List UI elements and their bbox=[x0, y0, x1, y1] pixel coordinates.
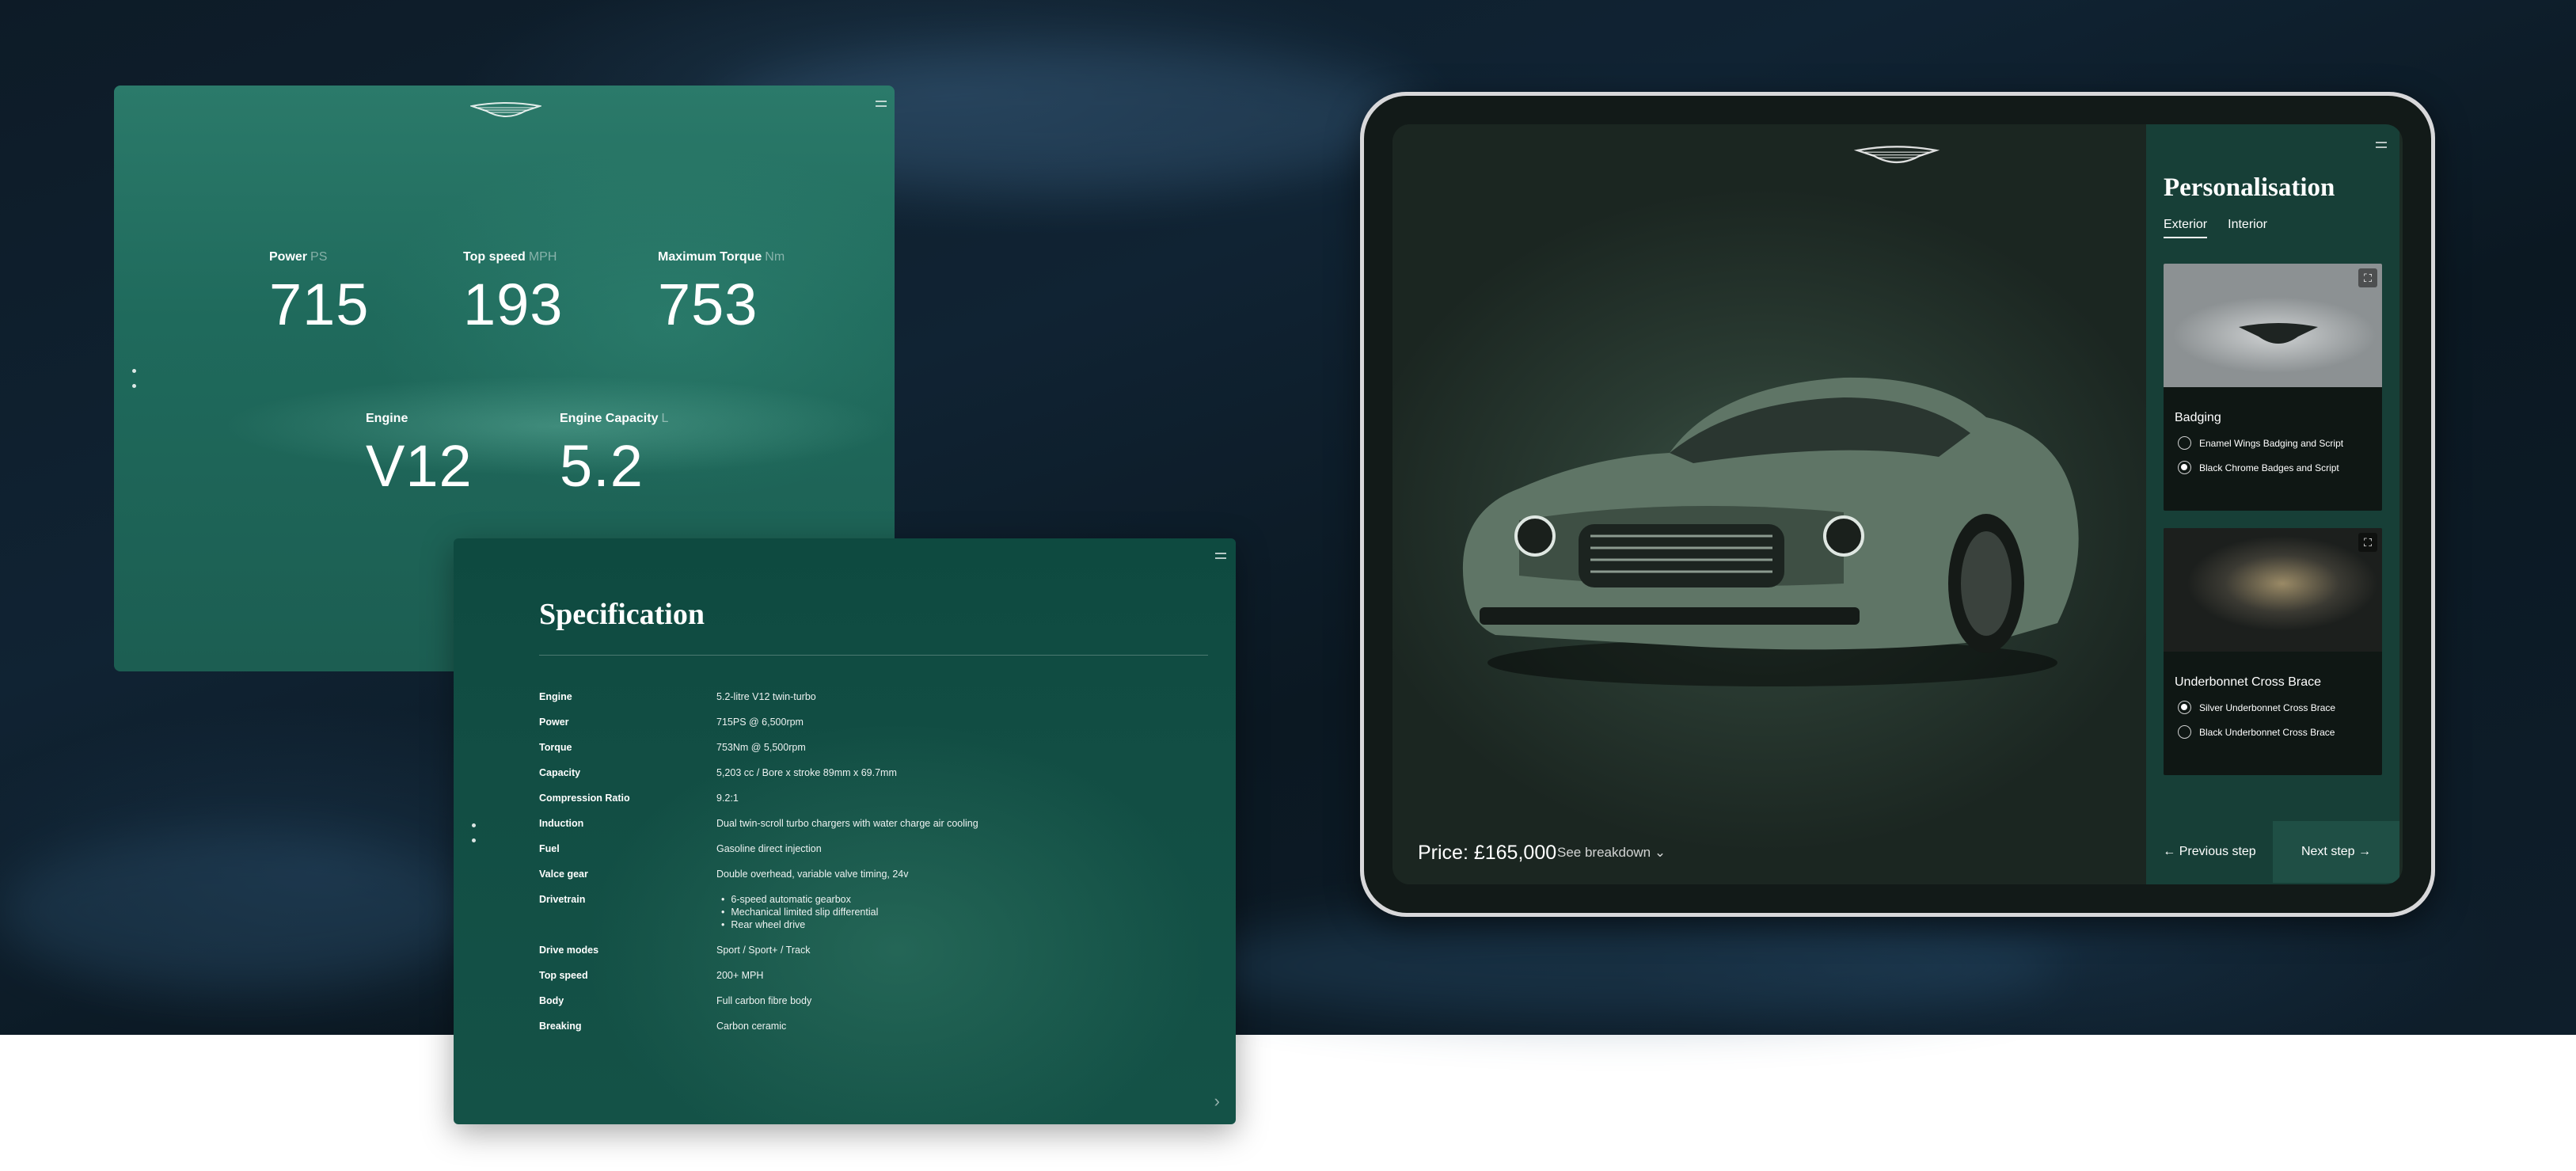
radio-option[interactable]: Silver Underbonnet Cross Brace bbox=[2178, 701, 2382, 714]
list-item: Mechanical limited slip differential bbox=[716, 906, 878, 918]
spec-table: Engine 5.2-litre V12 twin-turbo Power 715P… bbox=[539, 690, 1172, 1045]
divider bbox=[539, 655, 1208, 656]
spec-row: Valce gear Double overhead, variable valv… bbox=[539, 869, 909, 880]
stat-max-torque: Maximum Torque Nm 753 bbox=[658, 250, 785, 334]
next-step-button[interactable]: Next step → bbox=[2273, 821, 2399, 883]
car-image bbox=[1462, 377, 2079, 686]
stat-label: Engine Capacity L bbox=[560, 412, 669, 425]
stat-value: 715 bbox=[269, 272, 370, 337]
configurator-screen: Price: £165,000 See breakdown ⌄ Personal… bbox=[1392, 124, 2403, 884]
stat-label: Maximum Torque Nm bbox=[658, 250, 785, 264]
vertical-dots-icon[interactable] bbox=[471, 823, 476, 842]
list-item: Rear wheel drive bbox=[716, 918, 878, 931]
spec-row: Induction Dual twin-scroll turbo chargers… bbox=[539, 818, 978, 829]
spec-row: Torque 753Nm @ 5,500rpm bbox=[539, 742, 806, 753]
menu-icon[interactable] bbox=[876, 101, 887, 107]
badging-image: ⛶ bbox=[2164, 264, 2382, 387]
radio-button-selected[interactable] bbox=[2178, 461, 2191, 474]
stat-engine-capacity: Engine Capacity L 5.2 bbox=[560, 412, 668, 496]
radio-option[interactable]: Enamel Wings Badging and Script bbox=[2178, 436, 2382, 450]
stat-label: Engine bbox=[366, 412, 408, 425]
menu-icon[interactable] bbox=[2376, 142, 2387, 148]
tablet-bezel: Price: £165,000 See breakdown ⌄ Personal… bbox=[1364, 96, 2431, 913]
stat-value: 753 bbox=[658, 272, 758, 337]
spec-row: Breaking Carbon ceramic bbox=[539, 1021, 787, 1032]
option-name: Underbonnet Cross Brace bbox=[2175, 675, 2321, 689]
stat-engine: Engine V12 bbox=[366, 412, 473, 496]
spec-row: Power 715PS @ 6,500rpm bbox=[539, 717, 804, 728]
drivetrain-list: 6-speed automatic gearbox Mechanical lim… bbox=[716, 893, 878, 931]
radio-button-selected[interactable] bbox=[2178, 701, 2191, 714]
stat-power: Power PS 715 bbox=[269, 250, 369, 334]
vertical-dots-icon[interactable] bbox=[131, 369, 136, 388]
tablet-frame: Price: £165,000 See breakdown ⌄ Personal… bbox=[1360, 92, 2435, 917]
tab-exterior[interactable]: Exterior bbox=[2164, 218, 2208, 238]
sidebar-title: Personalisation bbox=[2164, 173, 2335, 202]
background-swoosh bbox=[1187, 911, 2058, 1021]
personalisation-sidebar: Personalisation Exterior Interior ⛶ Badg… bbox=[2146, 124, 2399, 884]
arrow-left-icon: ← bbox=[2163, 845, 2179, 858]
spec-row: Engine 5.2-litre V12 twin-turbo bbox=[539, 691, 816, 702]
stat-label: Power PS bbox=[269, 250, 328, 264]
radio-button[interactable] bbox=[2178, 436, 2191, 450]
spec-title: Specification bbox=[539, 598, 705, 631]
stat-label: Top speed MPH bbox=[463, 250, 557, 264]
arrow-right-icon: → bbox=[2354, 845, 2372, 858]
radio-option[interactable]: Black Underbonnet Cross Brace bbox=[2178, 725, 2382, 739]
spec-row: Drive modes Sport / Sport+ / Track bbox=[539, 945, 811, 956]
expand-icon[interactable]: ⛶ bbox=[2358, 268, 2377, 287]
stat-value: V12 bbox=[366, 433, 473, 499]
car-viewer[interactable]: Price: £165,000 See breakdown ⌄ bbox=[1392, 124, 2146, 884]
stat-value: 5.2 bbox=[560, 433, 644, 499]
spec-row: Compression Ratio 9.2:1 bbox=[539, 793, 739, 804]
spec-row: Top speed 200+ MPH bbox=[539, 970, 764, 981]
tab-bar: Exterior Interior bbox=[2164, 218, 2267, 238]
spec-row: Drivetrain 6-speed automatic gearbox Mec… bbox=[539, 893, 1172, 931]
cross-brace-image: ⛶ bbox=[2164, 528, 2382, 652]
stat-top-speed: Top speed MPH 193 bbox=[463, 250, 563, 334]
list-item: 6-speed automatic gearbox bbox=[716, 893, 878, 906]
spec-row: Body Full carbon fibre body bbox=[539, 995, 812, 1006]
menu-icon[interactable] bbox=[1215, 553, 1226, 559]
wings-logo-icon[interactable] bbox=[1853, 145, 1940, 169]
stat-value: 193 bbox=[463, 272, 564, 337]
chevron-down-icon: ⌄ bbox=[1654, 845, 1666, 860]
radio-option[interactable]: Black Chrome Badges and Script bbox=[2178, 461, 2382, 474]
specification-panel: Specification Engine 5.2-litre V12 twin-t… bbox=[454, 538, 1236, 1124]
spec-row: Fuel Gasoline direct injection bbox=[539, 843, 822, 854]
option-name: Badging bbox=[2175, 411, 2221, 424]
radio-button[interactable] bbox=[2178, 725, 2191, 739]
previous-step-button[interactable]: ← Previous step bbox=[2146, 821, 2273, 883]
background-swoosh bbox=[0, 831, 475, 990]
spec-row: Capacity 5,203 cc / Bore x stroke 89mm x … bbox=[539, 767, 897, 778]
price-label: Price: £165,000 bbox=[1418, 842, 1557, 864]
option-card-badging: ⛶ Badging Enamel Wings Badging and Scrip… bbox=[2164, 264, 2382, 511]
wings-logo-icon[interactable] bbox=[469, 101, 543, 122]
tab-interior[interactable]: Interior bbox=[2228, 218, 2267, 238]
expand-icon[interactable]: ⛶ bbox=[2358, 533, 2377, 552]
chevron-right-icon[interactable]: › bbox=[1214, 1091, 1220, 1112]
see-breakdown-link[interactable]: See breakdown ⌄ bbox=[1557, 845, 1666, 861]
option-card-cross-brace: ⛶ Underbonnet Cross Brace Silver Underbo… bbox=[2164, 528, 2382, 775]
